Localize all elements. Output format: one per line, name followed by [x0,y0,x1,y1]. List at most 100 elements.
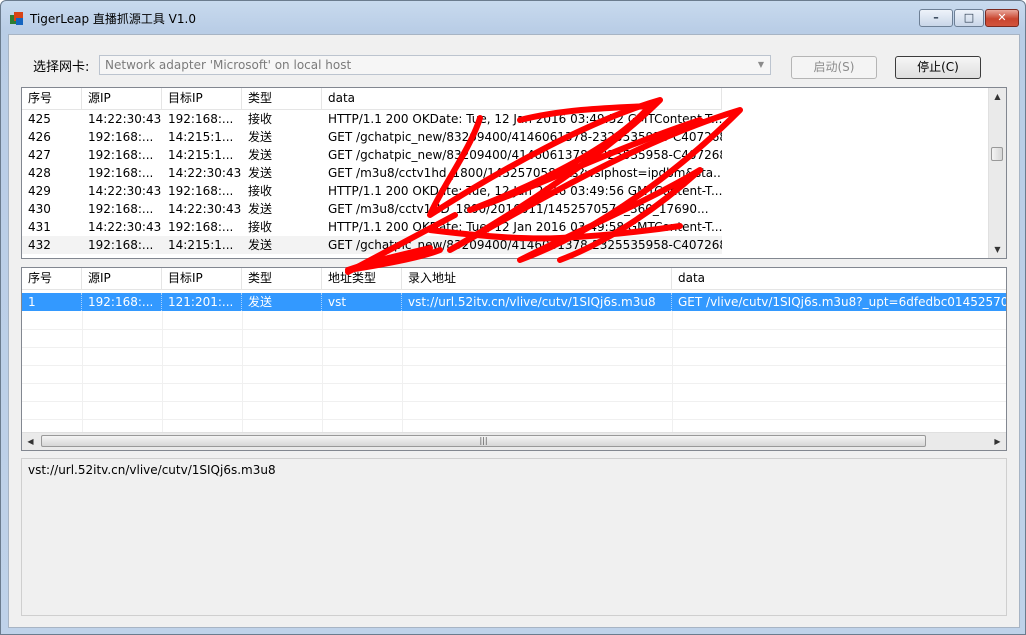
cell-src-ip: 192:168:... [88,238,154,252]
table-row[interactable]: 1 192:168:... 121:201:... 发送 vst vst://u… [22,293,1006,311]
cell-seq: 427 [28,148,51,162]
cell-src-ip: 192:168:... [82,293,162,311]
column-header[interactable]: data [322,88,722,109]
column-divider [322,311,323,433]
column-header[interactable]: 录入地址 [402,268,672,289]
cell-data: HTTP/1.1 200 OKDate: Tue, 12 Jan 2016 03… [328,184,722,198]
table-row[interactable]: 427 192:168:... 14:215:1... 发送 GET /gcha… [22,146,722,164]
cell-type: 发送 [248,148,273,162]
column-divider [402,311,403,433]
title-bar[interactable]: TigerLeap 直播抓源工具 V1.0 – □ ✕ [1,1,1025,34]
minimize-icon: – [933,11,939,24]
cell-src-ip: 192:168:... [88,148,154,162]
column-divider [672,311,673,433]
minimize-button[interactable]: – [919,9,953,27]
cell-address: vst://url.52itv.cn/vlive/cutv/1SIQj6s.m3… [402,293,672,311]
table-row[interactable]: 425 14:22:30:43 192:168:... 接收 HTTP/1.1 … [22,110,722,128]
source-list-header: 序号 源IP 目标IP 类型 地址类型 录入地址 data [22,268,1006,290]
app-icon [10,12,23,25]
nic-select[interactable]: Network adapter 'Microsoft' on local hos… [99,55,771,75]
column-header[interactable]: 目标IP [162,268,242,289]
cell-type: 发送 [248,130,273,144]
table-row[interactable]: 426 192:168:... 14:215:1... 发送 GET /gcha… [22,128,722,146]
cell-data: GET /gchatpic_new/83209400/4146061378-23… [328,130,722,144]
cell-dst-ip: 14:215:1... [168,238,234,252]
cell-seq: 1 [22,293,82,311]
column-divider [242,311,243,433]
cell-dst-ip: 14:215:1... [168,130,234,144]
row-divider [22,401,1006,402]
cell-type: 发送 [248,166,273,180]
cell-type: 接收 [248,220,273,234]
cell-data: GET /m3u8/cctv1HD_1800/2016011/145257057… [328,202,709,216]
scroll-thumb[interactable] [991,147,1003,161]
cell-src-ip: 192:168:... [88,166,154,180]
source-list[interactable]: 序号 源IP 目标IP 类型 地址类型 录入地址 data 1 192:168:… [21,267,1007,451]
cell-src-ip: 14:22:30:43 [88,220,162,234]
close-button[interactable]: ✕ [985,9,1019,27]
scroll-down-icon[interactable]: ▼ [989,241,1006,258]
stop-button[interactable]: 停止(C) [895,56,981,79]
column-header[interactable]: 类型 [242,268,322,289]
column-header[interactable]: 源IP [82,268,162,289]
cell-src-ip: 14:22:30:43 [88,112,162,126]
cell-type: 发送 [248,238,273,252]
cell-seq: 430 [28,202,51,216]
row-divider [22,365,1006,366]
cell-dst-ip: 121:201:... [162,293,242,311]
cell-src-ip: 14:22:30:43 [88,184,162,198]
window-title: TigerLeap 直播抓源工具 V1.0 [30,12,196,26]
scroll-up-icon[interactable]: ▲ [989,88,1006,105]
cell-seq: 426 [28,130,51,144]
row-divider [22,419,1006,420]
detail-textbox[interactable]: vst://url.52itv.cn/vlive/cutv/1SIQj6s.m3… [21,458,1007,616]
column-divider [162,311,163,433]
cell-dst-ip: 14:215:1... [168,148,234,162]
maximize-button[interactable]: □ [954,9,984,27]
scroll-right-icon[interactable]: ▶ [989,433,1006,450]
column-header[interactable]: 序号 [22,268,82,289]
cell-data: GET /gchatpic_new/83209400/4146061378-23… [328,148,722,162]
detail-text: vst://url.52itv.cn/vlive/cutv/1SIQj6s.m3… [28,463,276,477]
table-row[interactable]: 431 14:22:30:43 192:168:... 接收 HTTP/1.1 … [22,218,722,236]
column-header[interactable]: 类型 [242,88,322,109]
cell-type: 发送 [248,202,273,216]
table-row[interactable]: 432 192:168:... 14:215:1... 发送 GET /gcha… [22,236,722,254]
packet-list-header: 序号 源IP 目标IP 类型 data [22,88,722,110]
cell-type: 接收 [248,112,273,126]
client-area: 选择网卡: Network adapter 'Microsoft' on loc… [8,34,1020,628]
main-window: TigerLeap 直播抓源工具 V1.0 – □ ✕ 选择网卡: Networ… [0,0,1026,635]
cell-seq: 431 [28,220,51,234]
start-button[interactable]: 启动(S) [791,56,877,79]
chevron-down-icon[interactable]: ▼ [752,56,770,74]
cell-seq: 432 [28,238,51,252]
cell-src-ip: 192:168:... [88,130,154,144]
row-divider [22,347,1006,348]
cell-address-type: vst [322,293,402,311]
scroll-thumb[interactable]: ||| [41,435,926,447]
table-row[interactable]: 429 14:22:30:43 192:168:... 接收 HTTP/1.1 … [22,182,722,200]
scroll-left-icon[interactable]: ◀ [22,433,39,450]
cell-data: GET /m3u8/cctv1hd_1800/1452570581.ts?wsi… [328,166,722,180]
cell-dst-ip: 14:22:30:43 [168,202,242,216]
cell-dst-ip: 192:168:... [168,112,234,126]
column-header[interactable]: data [672,268,1006,289]
column-header[interactable]: 目标IP [162,88,242,109]
cell-dst-ip: 192:168:... [168,220,234,234]
cell-dst-ip: 192:168:... [168,184,234,198]
vertical-scrollbar[interactable]: ▲ ▼ [988,88,1006,258]
horizontal-scrollbar[interactable]: ◀ ||| ▶ [22,432,1006,450]
cell-seq: 429 [28,184,51,198]
cell-data: HTTP/1.1 200 OKDate: Tue, 12 Jan 2016 03… [328,112,722,126]
cell-dst-ip: 14:22:30:43 [168,166,242,180]
row-divider [22,329,1006,330]
packet-list[interactable]: 序号 源IP 目标IP 类型 data 425 14:22:30:43 192:… [21,87,1007,259]
column-header[interactable]: 序号 [22,88,82,109]
table-row[interactable]: 430 192:168:... 14:22:30:43 发送 GET /m3u8… [22,200,722,218]
table-row[interactable]: 428 192:168:... 14:22:30:43 发送 GET /m3u8… [22,164,722,182]
column-divider [82,311,83,433]
column-header[interactable]: 源IP [82,88,162,109]
maximize-icon: □ [963,11,975,24]
column-header[interactable]: 地址类型 [322,268,402,289]
cell-data: GET /gchatpic_new/83209400/4146061378-23… [328,238,722,252]
